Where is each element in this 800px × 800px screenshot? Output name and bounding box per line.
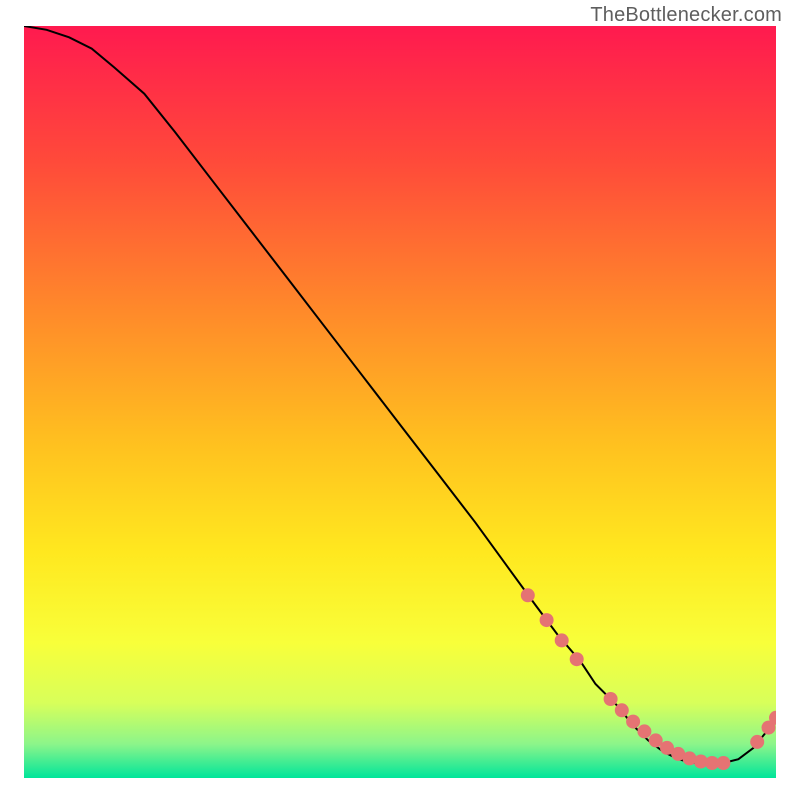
data-point: [540, 613, 554, 627]
data-point: [604, 692, 618, 706]
data-point: [626, 715, 640, 729]
chart-svg: [24, 26, 776, 778]
chart-container: TheBottlenecker.com: [0, 0, 800, 800]
data-point: [750, 735, 764, 749]
watermark-text: TheBottlenecker.com: [590, 4, 782, 27]
data-point: [521, 588, 535, 602]
gradient-background: [24, 26, 776, 778]
data-point: [570, 652, 584, 666]
data-point: [615, 703, 629, 717]
data-point: [716, 756, 730, 770]
plot-area: [24, 26, 776, 778]
data-point: [637, 724, 651, 738]
data-point: [555, 633, 569, 647]
